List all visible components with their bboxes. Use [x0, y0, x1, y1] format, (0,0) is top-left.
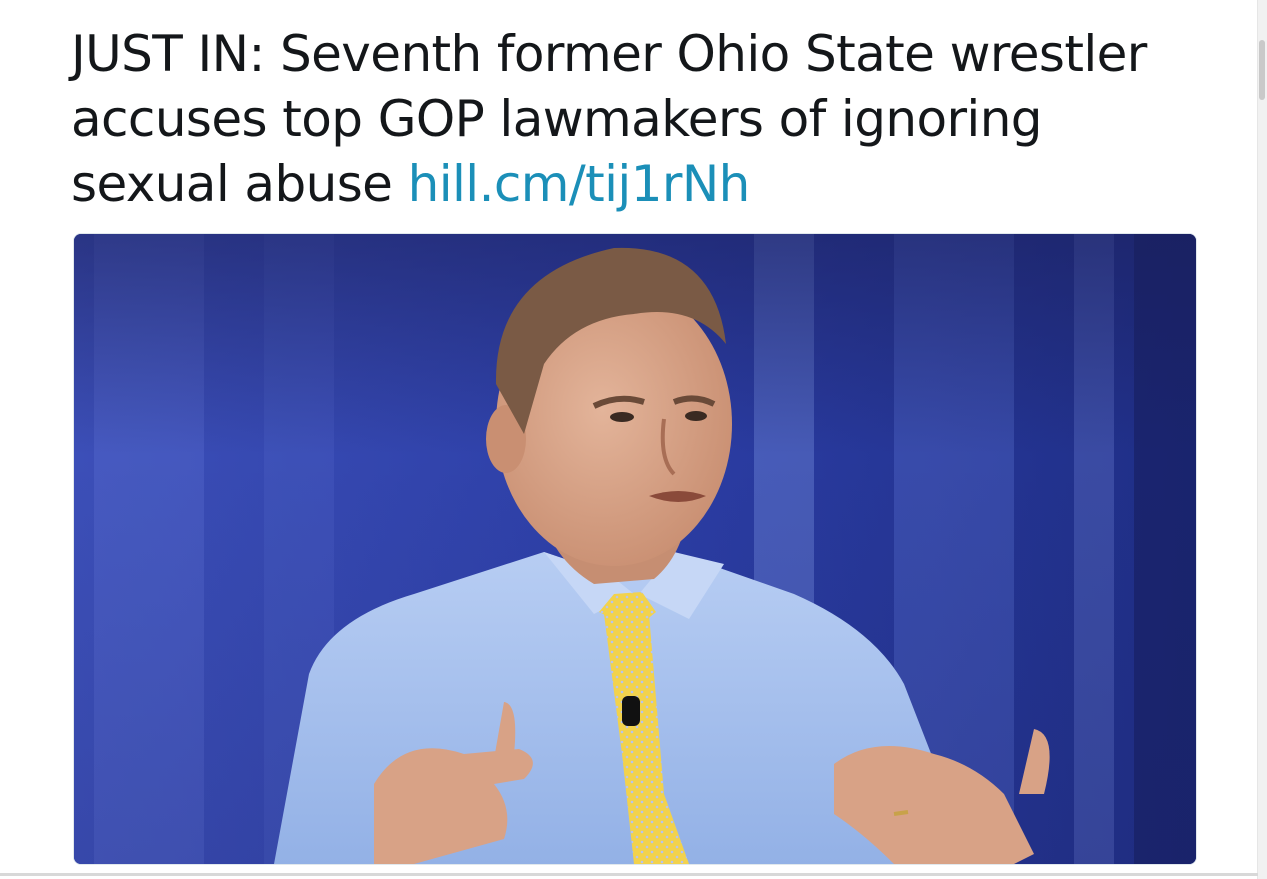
photo-illustration [74, 234, 1196, 864]
tweet-view: JUST IN: Seventh former Ohio State wrest… [0, 0, 1267, 879]
scrollbar-thumb[interactable] [1259, 40, 1265, 100]
divider [0, 873, 1258, 876]
tweet-link[interactable]: hill.cm/tij1rNh [408, 155, 751, 213]
scrollbar[interactable] [1257, 0, 1267, 879]
tweet-photo[interactable] [73, 233, 1197, 865]
tweet-text: JUST IN: Seventh former Ohio State wrest… [71, 22, 1191, 217]
